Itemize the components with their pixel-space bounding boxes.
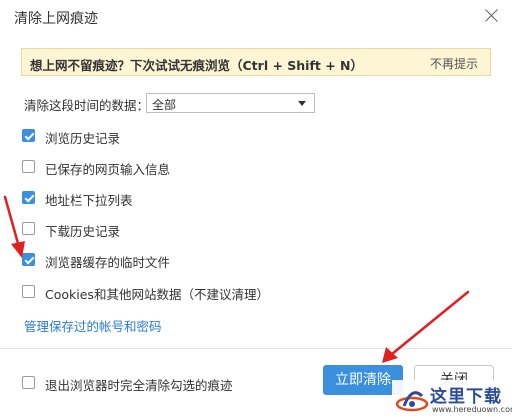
close-icon[interactable] xyxy=(482,6,502,26)
checkbox[interactable] xyxy=(22,129,35,142)
clear-now-button[interactable]: 立即清除 xyxy=(323,365,403,395)
checkbox[interactable] xyxy=(22,191,35,204)
manage-saved-accounts-link[interactable]: 管理保存过的帐号和密码 xyxy=(24,316,162,335)
checkbox[interactable] xyxy=(22,285,35,298)
dialog-titlebar: 清除上网痕迹 xyxy=(0,0,512,34)
dont-show-again-link[interactable]: 不再提示 xyxy=(430,55,478,72)
watermark-text: 这里下载 xyxy=(430,387,502,407)
option-label: 下载历史记录 xyxy=(45,224,121,239)
dialog-title: 清除上网痕迹 xyxy=(14,11,98,27)
site-watermark: 这里下载 www.hereduown.com xyxy=(392,380,512,419)
time-range-select[interactable]: 全部 xyxy=(146,93,315,113)
clear-on-exit-label: 退出浏览器时完全清除勾选的痕迹 xyxy=(45,378,233,393)
time-range-label: 清除这段时间的数据： xyxy=(24,98,150,113)
time-range-value: 全部 xyxy=(152,98,177,112)
option-label: 地址栏下拉列表 xyxy=(45,193,133,208)
checkbox[interactable] xyxy=(22,160,35,173)
option-label: 已保存的网页输入信息 xyxy=(45,162,171,177)
option-label: Cookies和其他网站数据（不建议清理） xyxy=(45,287,269,302)
option-label: 浏览历史记录 xyxy=(45,131,121,146)
footer-divider xyxy=(0,348,512,349)
incognito-tip-banner: 想上网不留痕迹？下次试试无痕浏览（Ctrl + Shift + N） 不再提示 xyxy=(21,48,491,76)
chevron-down-icon xyxy=(298,101,306,106)
checkbox[interactable] xyxy=(22,253,35,266)
clear-browsing-data-dialog: 清除上网痕迹 想上网不留痕迹？下次试试无痕浏览（Ctrl + Shift + N… xyxy=(0,0,512,419)
banner-message: 想上网不留痕迹？下次试试无痕浏览（Ctrl + Shift + N） xyxy=(30,58,364,73)
watermark-url: www.hereduown.com xyxy=(432,405,512,414)
checkbox[interactable] xyxy=(22,376,35,389)
option-label: 浏览器缓存的临时文件 xyxy=(45,255,171,270)
checkbox[interactable] xyxy=(22,222,35,235)
watermark-logo-icon xyxy=(395,391,429,412)
